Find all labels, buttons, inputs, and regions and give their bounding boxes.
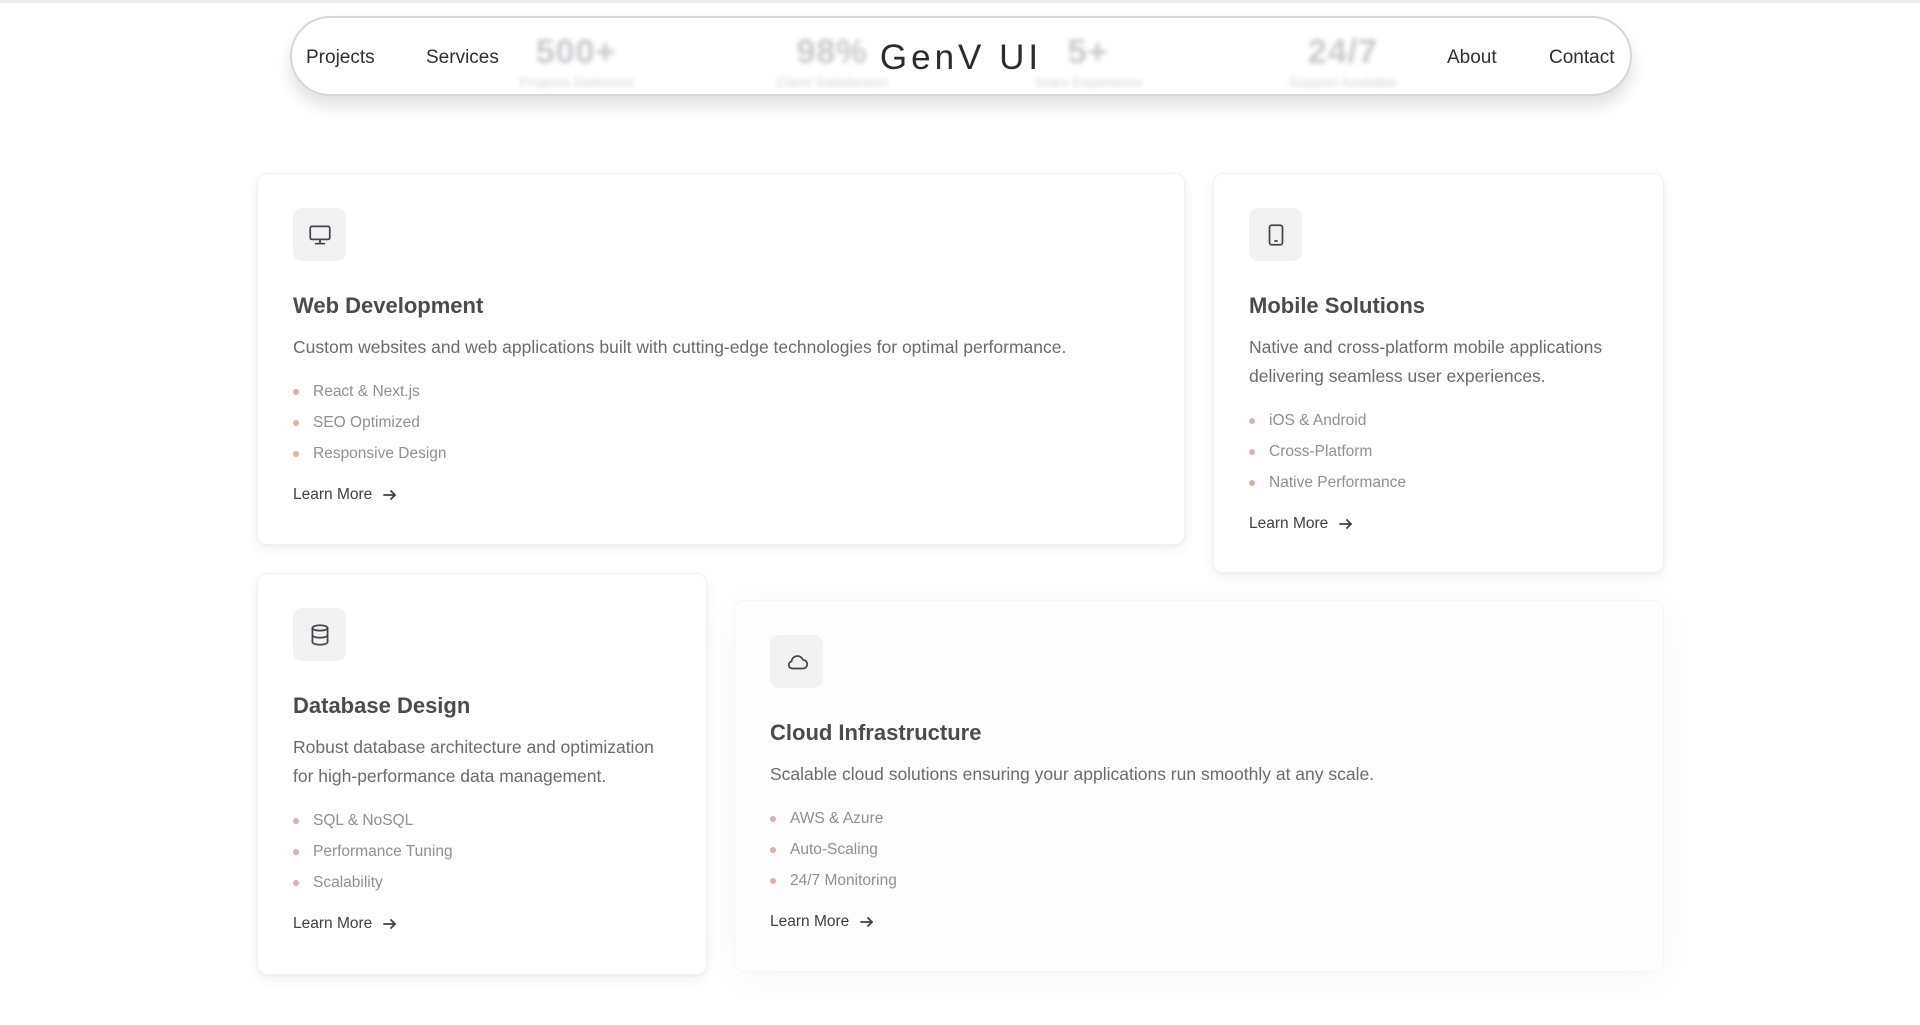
card-icon-box [1249,208,1302,261]
card-title: Cloud Infrastructure [770,720,982,745]
service-card-mobile-solutions: Mobile Solutions Native and cross-platfo… [1213,173,1664,573]
feature-list: React & Next.js SEO Optimized Responsive… [293,376,1149,469]
learn-more-link[interactable]: Learn More [293,915,398,933]
feature-item: iOS & Android [1249,405,1628,436]
service-card-database-design: Database Design Robust database architec… [257,573,707,975]
card-title: Database Design [293,693,471,718]
learn-more-link[interactable]: Learn More [770,913,875,931]
feature-list: iOS & Android Cross-Platform Native Perf… [1249,405,1628,498]
tablet-icon [1268,223,1283,246]
cloud-icon [787,654,808,669]
feature-item: AWS & Azure [770,803,1628,834]
feature-item: SQL & NoSQL [293,805,671,836]
card-icon-box [293,208,346,261]
card-icon-box [293,608,346,661]
learn-more-link[interactable]: Learn More [293,486,398,504]
card-description: Custom websites and web applications bui… [293,337,1067,357]
feature-item: Responsive Design [293,438,1149,469]
card-description: Robust database architecture and optimiz… [293,737,654,786]
nav-link-about[interactable]: About [1447,18,1497,98]
arrow-right-icon [383,490,397,500]
learn-more-label: Learn More [293,915,373,932]
card-description: Native and cross-platform mobile applica… [1249,337,1603,386]
feature-list: AWS & Azure Auto-Scaling 24/7 Monitoring [770,803,1628,896]
feature-item: Auto-Scaling [770,834,1628,865]
main-nav: GenV UI Projects Services About Contact [290,16,1632,96]
feature-list: SQL & NoSQL Performance Tuning Scalabili… [293,805,671,898]
arrow-right-icon [1339,519,1353,529]
service-card-cloud-infrastructure: Cloud Infrastructure Scalable cloud solu… [734,600,1664,972]
logo[interactable]: GenV UI [880,38,1042,77]
arrow-right-icon [860,917,874,927]
learn-more-label: Learn More [1249,515,1329,532]
nav-link-services[interactable]: Services [426,18,499,98]
card-icon-box [770,635,823,688]
service-card-web-development: Web Development Custom websites and web … [257,173,1185,545]
feature-item: React & Next.js [293,376,1149,407]
learn-more-label: Learn More [293,486,373,503]
feature-item: Cross-Platform [1249,436,1628,467]
feature-item: Performance Tuning [293,836,671,867]
feature-item: Scalability [293,867,671,898]
monitor-icon [308,224,331,245]
card-title: Web Development [293,293,484,318]
feature-item: 24/7 Monitoring [770,865,1628,896]
card-title: Mobile Solutions [1249,293,1425,318]
arrow-right-icon [383,919,397,929]
top-border [0,0,1920,3]
card-description: Scalable cloud solutions ensuring your a… [770,764,1375,784]
nav-link-contact[interactable]: Contact [1549,18,1614,98]
feature-item: SEO Optimized [293,407,1149,438]
nav-link-projects[interactable]: Projects [306,18,375,98]
learn-more-label: Learn More [770,913,850,930]
database-icon [311,623,328,646]
feature-item: Native Performance [1249,467,1628,498]
learn-more-link[interactable]: Learn More [1249,515,1354,533]
